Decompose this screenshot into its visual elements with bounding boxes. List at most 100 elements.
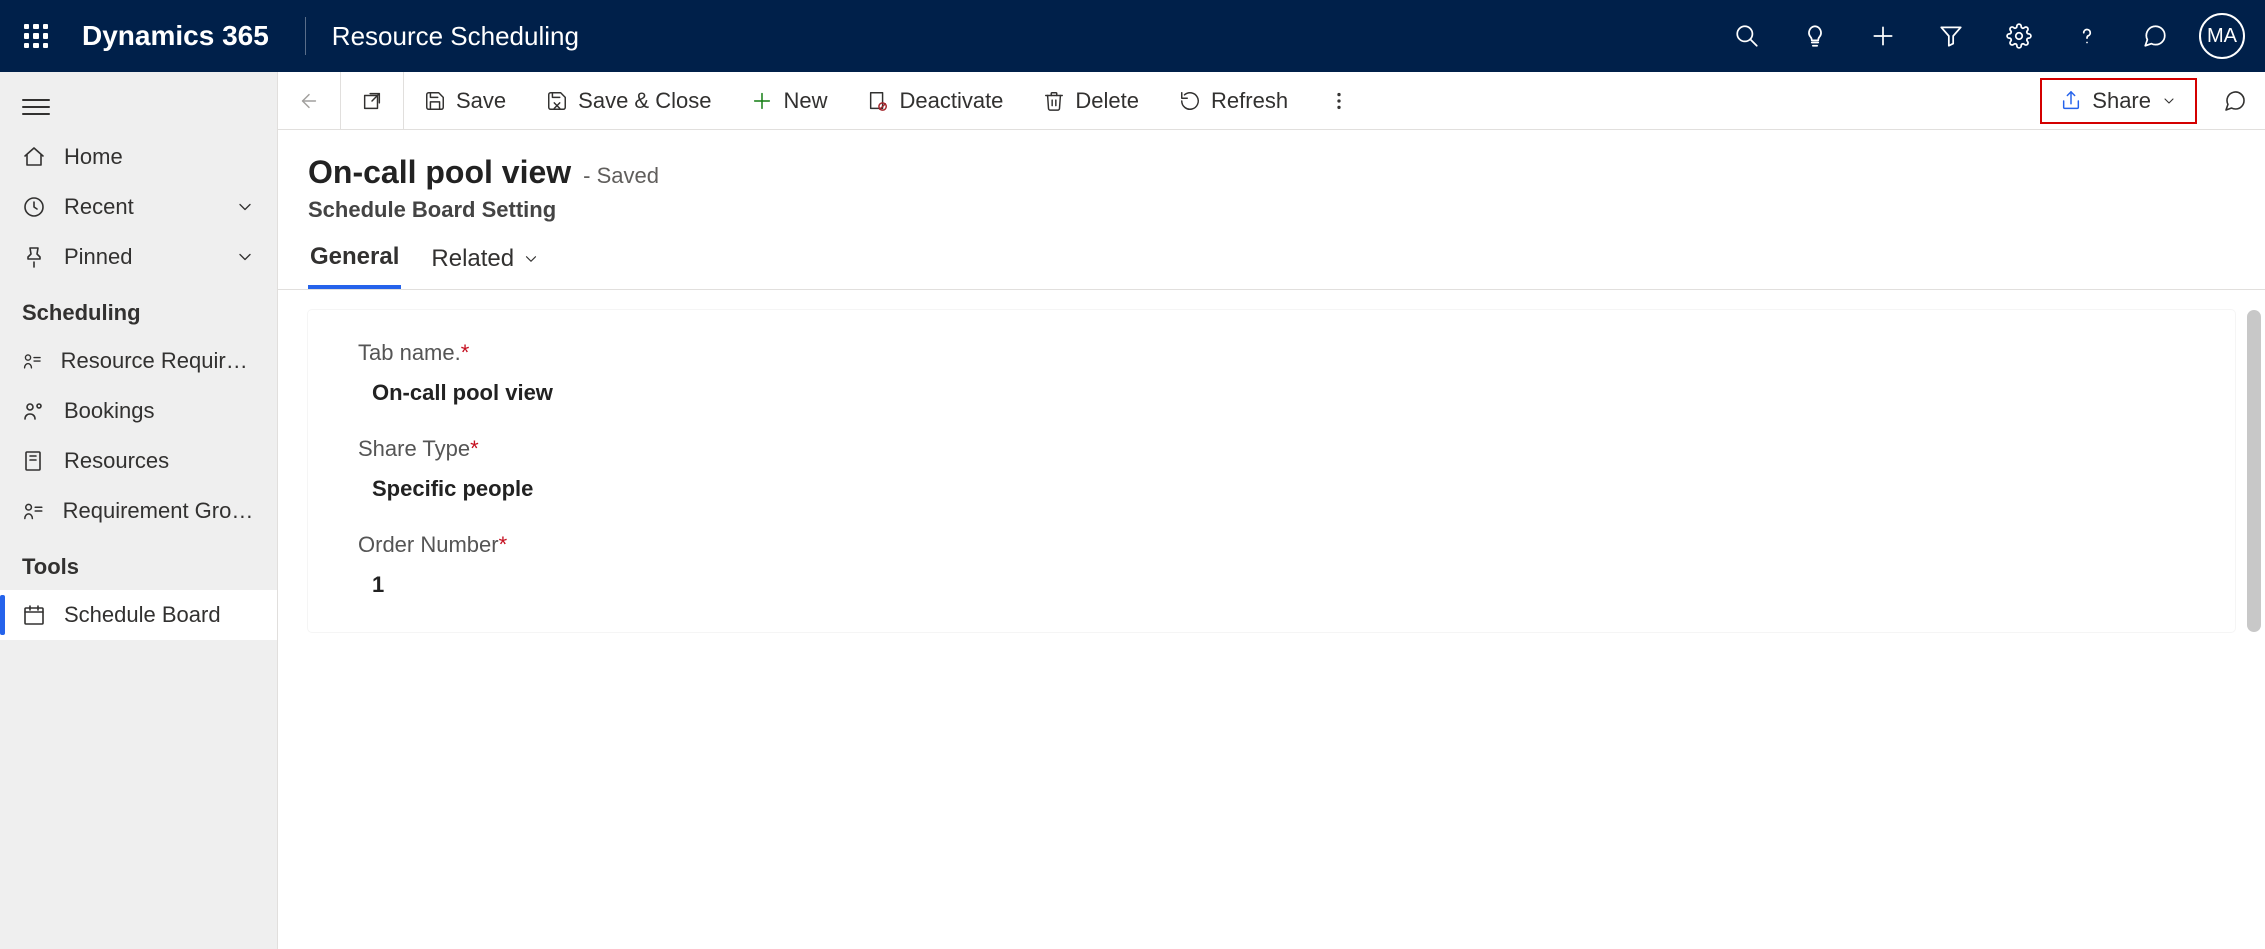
help-icon (2074, 23, 2100, 49)
share-icon (2060, 90, 2082, 112)
bookings-icon (22, 399, 46, 423)
funnel-icon (1938, 23, 1964, 49)
plus-icon (1870, 23, 1896, 49)
pin-icon (22, 245, 46, 269)
delete-label: Delete (1075, 88, 1139, 114)
nav-schedule-board[interactable]: Schedule Board (0, 590, 277, 640)
calendar-icon (22, 603, 46, 627)
chevron-down-icon (2161, 93, 2177, 109)
delete-button[interactable]: Delete (1023, 72, 1159, 129)
help-button[interactable] (2055, 4, 2119, 68)
nav-requirement-groups[interactable]: Requirement Groups (0, 486, 277, 536)
app-name[interactable]: Resource Scheduling (314, 21, 579, 52)
vertical-divider (305, 17, 306, 55)
new-label: New (783, 88, 827, 114)
share-highlight: Share (2040, 78, 2197, 124)
site-map: Home Recent Pinned Scheduling Resource R… (0, 72, 278, 949)
nav-schedule-board-label: Schedule Board (64, 602, 221, 628)
nav-resources-label: Resources (64, 448, 169, 474)
overflow-button[interactable] (1308, 72, 1370, 129)
advanced-find-button[interactable] (1919, 4, 1983, 68)
refresh-button[interactable]: Refresh (1159, 72, 1308, 129)
field-share-type-label: Share Type* (358, 436, 2185, 462)
nav-home-label: Home (64, 144, 123, 170)
nav-pinned[interactable]: Pinned (0, 232, 277, 282)
save-close-label: Save & Close (578, 88, 711, 114)
plus-icon (751, 90, 773, 112)
refresh-label: Refresh (1211, 88, 1288, 114)
new-button[interactable]: New (731, 72, 847, 129)
form-header: On-call pool view - Saved Schedule Board… (278, 130, 2265, 223)
form-section: Tab name.* On-call pool view Share Type*… (308, 310, 2235, 632)
settings-button[interactable] (1987, 4, 2051, 68)
form-body: Tab name.* On-call pool view Share Type*… (278, 290, 2265, 949)
nav-recent[interactable]: Recent (0, 182, 277, 232)
app-launcher[interactable] (0, 0, 72, 72)
home-icon (22, 145, 46, 169)
field-tab-name-label: Tab name.* (358, 340, 2185, 366)
search-icon (1734, 23, 1760, 49)
ideas-button[interactable] (1783, 4, 1847, 68)
field-tab-name-value: On-call pool view (358, 380, 2185, 406)
search-button[interactable] (1715, 4, 1779, 68)
save-button[interactable]: Save (404, 72, 526, 129)
nav-resources[interactable]: Resources (0, 436, 277, 486)
back-button[interactable] (278, 72, 340, 129)
clock-icon (22, 195, 46, 219)
user-avatar[interactable]: MA (2199, 13, 2245, 59)
form-tabs: General Related (278, 223, 2265, 290)
nav-pinned-label: Pinned (64, 244, 133, 270)
chat-icon (2223, 89, 2247, 113)
scrollbar[interactable] (2247, 310, 2261, 632)
nav-recent-label: Recent (64, 194, 134, 220)
nav-bookings-label: Bookings (64, 398, 155, 424)
record-title: On-call pool view (308, 154, 571, 191)
share-label: Share (2092, 88, 2151, 114)
brand-title[interactable]: Dynamics 365 (72, 20, 297, 52)
lightbulb-icon (1802, 23, 1828, 49)
open-new-window-button[interactable] (341, 72, 403, 129)
deactivate-button[interactable]: Deactivate (847, 72, 1023, 129)
deactivate-label: Deactivate (899, 88, 1003, 114)
nav-requirement-groups-label: Requirement Groups (63, 498, 255, 524)
assistant-panel-button[interactable] (2205, 72, 2265, 129)
tab-related-label: Related (431, 245, 514, 273)
save-label: Save (456, 88, 506, 114)
entity-name: Schedule Board Setting (308, 197, 2235, 223)
field-order-number[interactable]: Order Number* 1 (358, 532, 2185, 598)
save-close-icon (546, 90, 568, 112)
requirement-groups-icon (22, 499, 45, 523)
save-status: - Saved (583, 163, 659, 189)
refresh-icon (1179, 90, 1201, 112)
assistant-button[interactable] (2123, 4, 2187, 68)
sitemap-toggle[interactable] (0, 82, 277, 132)
resources-icon (22, 449, 46, 473)
chevron-down-icon (522, 250, 540, 268)
deactivate-icon (867, 90, 889, 112)
tab-general-label: General (310, 243, 399, 271)
arrow-left-icon (298, 90, 320, 112)
tab-general[interactable]: General (308, 243, 401, 289)
nav-resource-requirements-label: Resource Requireme... (61, 348, 255, 374)
global-header: Dynamics 365 Resource Scheduling MA (0, 0, 2265, 72)
more-vertical-icon (1328, 90, 1350, 112)
popout-icon (361, 90, 383, 112)
share-button[interactable]: Share (2046, 82, 2191, 120)
gear-icon (2006, 23, 2032, 49)
waffle-icon (24, 24, 48, 48)
nav-bookings[interactable]: Bookings (0, 386, 277, 436)
person-list-icon (22, 349, 43, 373)
save-close-button[interactable]: Save & Close (526, 72, 731, 129)
section-tools: Tools (0, 536, 277, 590)
command-bar: Save Save & Close New Deactivate Delete … (278, 72, 2265, 130)
field-tab-name[interactable]: Tab name.* On-call pool view (358, 340, 2185, 406)
quick-create-button[interactable] (1851, 4, 1915, 68)
trash-icon (1043, 90, 1065, 112)
nav-home[interactable]: Home (0, 132, 277, 182)
tab-related[interactable]: Related (429, 243, 542, 289)
field-share-type[interactable]: Share Type* Specific people (358, 436, 2185, 502)
field-share-type-value: Specific people (358, 476, 2185, 502)
save-icon (424, 90, 446, 112)
nav-resource-requirements[interactable]: Resource Requireme... (0, 336, 277, 386)
section-scheduling: Scheduling (0, 282, 277, 336)
